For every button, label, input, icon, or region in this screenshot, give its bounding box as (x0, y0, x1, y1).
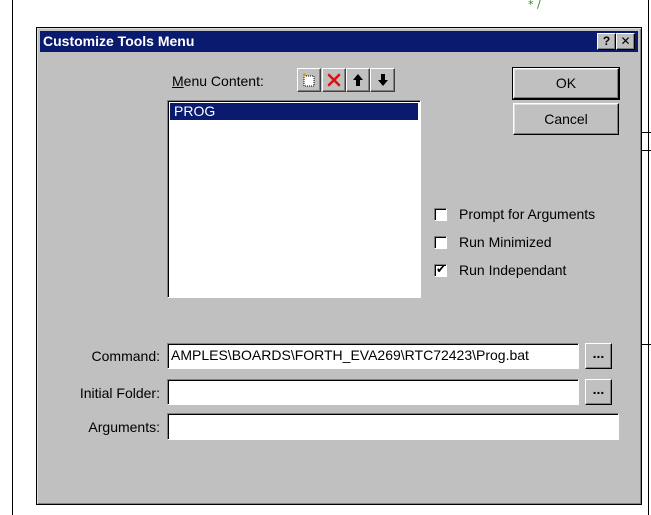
move-down-icon (377, 74, 388, 86)
menu-content-label-text: enu Content: (183, 73, 264, 89)
close-button[interactable]: ✕ (616, 33, 635, 50)
menu-content-label: Menu Content: (172, 73, 264, 89)
background-tick (641, 132, 651, 133)
initial-folder-label: Initial Folder: (79, 385, 160, 401)
run-minimized-checkbox[interactable] (434, 236, 447, 249)
prompt-arguments-label: Prompt for Arguments (459, 206, 596, 222)
help-button[interactable]: ? (597, 33, 616, 50)
move-up-button[interactable] (346, 68, 370, 92)
list-item[interactable]: PROG (170, 103, 418, 120)
ok-button[interactable]: OK (512, 67, 620, 100)
delete-item-button[interactable] (322, 68, 346, 92)
cancel-button[interactable]: Cancel (513, 103, 619, 135)
title-bar[interactable]: Customize Tools Menu ? ✕ (40, 31, 638, 52)
checkmark-icon: ✔ (436, 262, 447, 276)
prompt-arguments-checkbox[interactable] (434, 208, 447, 221)
run-independant-label: Run Independant (459, 262, 567, 278)
initial-folder-field[interactable] (167, 379, 579, 405)
delete-icon (327, 73, 341, 87)
menu-content-list[interactable]: PROG (167, 100, 421, 298)
command-browse-button[interactable]: ... (585, 343, 612, 369)
menu-content-accelerator: M (172, 73, 184, 89)
background-left-border (12, 0, 13, 515)
move-up-icon (353, 74, 363, 86)
initial-folder-browse-button[interactable]: ... (585, 379, 612, 405)
background-tick (641, 150, 651, 151)
background-tick (641, 344, 651, 345)
arguments-label: Arguments: (88, 419, 160, 435)
command-field[interactable]: AMPLES\BOARDS\FORTH_EVA269\RTC72423\Prog… (167, 343, 579, 369)
new-item-button[interactable] (297, 68, 321, 92)
command-label: Command: (91, 348, 160, 364)
run-independant-checkbox[interactable]: ✔ (434, 262, 447, 277)
new-item-icon (303, 73, 315, 87)
run-minimized-label: Run Minimized (459, 234, 552, 250)
move-down-button[interactable] (370, 68, 395, 92)
background-right-border (648, 0, 649, 515)
dialog-title: Customize Tools Menu (43, 33, 195, 49)
arguments-field[interactable] (167, 413, 619, 440)
background-marker: * / (528, 0, 541, 11)
